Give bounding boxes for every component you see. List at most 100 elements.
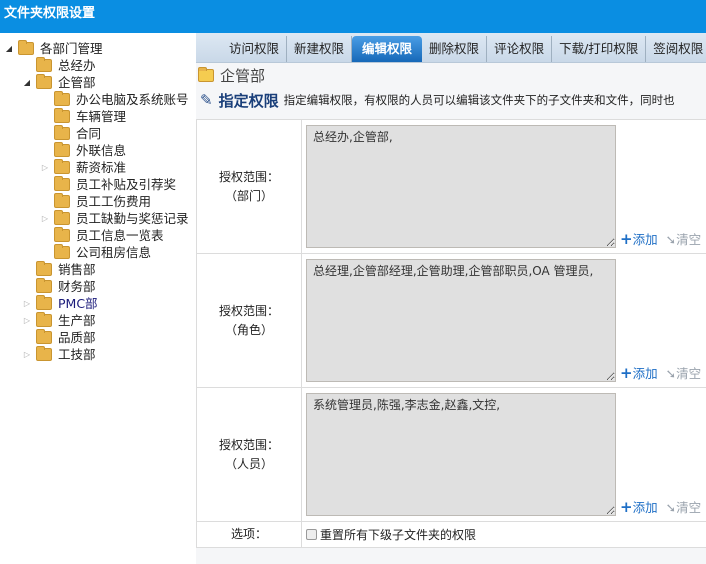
folder-icon xyxy=(54,125,70,140)
folder-icon xyxy=(54,210,70,225)
tree-node-label: 品质部 xyxy=(58,330,96,345)
tree-node[interactable]: 公司租房信息 xyxy=(0,244,196,261)
tree-node[interactable]: 品质部 xyxy=(0,329,196,346)
row-label-main: 授权范围： xyxy=(218,303,279,318)
folder-icon xyxy=(36,278,52,293)
folder-icon xyxy=(18,40,34,55)
row-label-main: 授权范围： xyxy=(218,169,279,184)
edit-pencil-icon: ✎ xyxy=(200,91,213,109)
window-title: 文件夹权限设置 xyxy=(0,0,706,33)
scope-textarea[interactable]: 系统管理员,陈强,李志金,赵鑫,文控, xyxy=(306,393,616,516)
main-panel: 访问权限 新建权限 编辑权限 删除权限 评论权限 下载/打印权限 签阅权限 企管部 ✎ 指定… xyxy=(196,33,706,564)
expanded-arrow-icon[interactable]: ◢ xyxy=(22,74,32,91)
scope-textarea[interactable]: 总经办,企管部, xyxy=(306,125,616,248)
tree-node[interactable]: ▷ 工技部 xyxy=(0,346,196,363)
folder-open-icon xyxy=(198,66,214,82)
scope-textarea[interactable]: 总经理,企管部经理,企管助理,企管部职员,OA 管理员, xyxy=(306,259,616,382)
collapsed-arrow-icon[interactable]: ▷ xyxy=(22,295,32,312)
options-row: 选项： 重置所有下级子文件夹的权限 xyxy=(196,521,706,548)
clear-arrow-icon: ➘ xyxy=(665,232,677,247)
plus-icon: + xyxy=(620,230,633,248)
plus-icon: + xyxy=(620,498,633,516)
tree-node[interactable]: 办公电脑及系统账号 xyxy=(0,91,196,108)
tree-node[interactable]: ◢ 各部门管理 xyxy=(0,40,196,57)
tree-node-label: 企管部 xyxy=(58,75,96,90)
tree-node[interactable]: 员工信息一览表 xyxy=(0,227,196,244)
collapsed-arrow-icon[interactable]: ▷ xyxy=(22,346,32,363)
tree-node[interactable]: ▷ 员工缺勤与奖惩记录 xyxy=(0,210,196,227)
tab-bar: 访问权限 新建权限 编辑权限 删除权限 评论权限 下载/打印权限 签阅权限 xyxy=(196,33,706,63)
clear-label: 清空 xyxy=(676,232,702,247)
tree-node[interactable]: 员工补贴及引荐奖 xyxy=(0,176,196,193)
add-button[interactable]: +添加 xyxy=(620,497,658,516)
folder-icon xyxy=(36,74,52,89)
tree-node[interactable]: 总经办 xyxy=(0,57,196,74)
tree-node-label: 生产部 xyxy=(58,313,96,328)
tree-node-label: 外联信息 xyxy=(76,143,127,158)
reset-subfolders-checkbox[interactable]: 重置所有下级子文件夹的权限 xyxy=(306,522,706,547)
tree-node[interactable]: 外联信息 xyxy=(0,142,196,159)
folder-icon xyxy=(36,295,52,310)
tab[interactable]: 签阅权限 xyxy=(646,36,706,62)
tab[interactable]: 删除权限 xyxy=(422,36,488,62)
row-label: 授权范围： （人员） xyxy=(196,387,302,522)
folder-icon xyxy=(54,159,70,174)
tree-node[interactable]: 财务部 xyxy=(0,278,196,295)
tree-node-label: 员工缺勤与奖惩记录 xyxy=(76,211,189,226)
expanded-arrow-icon[interactable]: ◢ xyxy=(4,40,14,57)
tree-node-label: 车辆管理 xyxy=(76,109,127,124)
tree-node-label: PMC部 xyxy=(58,296,98,311)
section-description: 指定编辑权限，有权限的人员可以编辑该文件夹下的子文件夹和文件，同时也 xyxy=(283,93,675,107)
folder-icon xyxy=(54,193,70,208)
row-label-sub: （部门） xyxy=(224,188,273,203)
folder-icon xyxy=(54,176,70,191)
tree-node-label: 员工工伤费用 xyxy=(76,194,152,209)
tree-node[interactable]: 销售部 xyxy=(0,261,196,278)
tree-node[interactable]: ▷ 生产部 xyxy=(0,312,196,329)
tree-node[interactable]: ◢ 企管部 xyxy=(0,74,196,91)
folder-icon xyxy=(36,261,52,276)
collapsed-arrow-icon[interactable]: ▷ xyxy=(40,210,50,227)
folder-name: 企管部 xyxy=(220,66,266,85)
tab[interactable]: 评论权限 xyxy=(487,36,553,62)
tree-node[interactable]: 员工工伤费用 xyxy=(0,193,196,210)
clear-arrow-icon: ➘ xyxy=(665,366,677,381)
permission-row: 授权范围： （部门） 总经办,企管部, +添加 ➘清空 xyxy=(196,119,706,254)
collapsed-arrow-icon[interactable]: ▷ xyxy=(22,312,32,329)
collapsed-arrow-icon[interactable]: ▷ xyxy=(40,159,50,176)
tree-node-label: 销售部 xyxy=(58,262,96,277)
tree-node-label: 办公电脑及系统账号 xyxy=(76,92,189,107)
tab[interactable]: 编辑权限 xyxy=(352,36,423,62)
tree-node[interactable]: 合同 xyxy=(0,125,196,142)
tree-node[interactable]: ▷ 薪资标准 xyxy=(0,159,196,176)
checkbox-box[interactable] xyxy=(306,529,317,540)
add-button[interactable]: +添加 xyxy=(620,363,658,382)
permission-row: 授权范围： （角色） 总经理,企管部经理,企管助理,企管部职员,OA 管理员, +… xyxy=(196,253,706,388)
add-label: 添加 xyxy=(632,232,658,247)
row-label-sub: （角色） xyxy=(224,322,273,337)
tab[interactable]: 访问权限 xyxy=(222,36,288,62)
folder-icon xyxy=(54,227,70,242)
tree-node-label: 财务部 xyxy=(58,279,96,294)
folder-icon xyxy=(36,346,52,361)
add-button[interactable]: +添加 xyxy=(620,229,658,248)
row-label: 授权范围： （角色） xyxy=(196,253,302,388)
options-label: 选项： xyxy=(196,521,302,548)
tree-node-label: 员工信息一览表 xyxy=(76,228,164,243)
tree-node-label: 薪资标准 xyxy=(76,160,127,175)
clear-arrow-icon: ➘ xyxy=(665,500,677,515)
tab[interactable]: 新建权限 xyxy=(287,36,353,62)
tree-node[interactable]: ▷ PMC部 xyxy=(0,295,196,312)
tab[interactable]: 下载/打印权限 xyxy=(552,36,647,62)
tree-node[interactable]: 车辆管理 xyxy=(0,108,196,125)
folder-icon xyxy=(36,329,52,344)
tree-node-label: 合同 xyxy=(76,126,102,141)
clear-button[interactable]: ➘清空 xyxy=(666,363,702,382)
clear-button[interactable]: ➘清空 xyxy=(666,229,702,248)
add-label: 添加 xyxy=(632,366,658,381)
clear-button[interactable]: ➘清空 xyxy=(666,497,702,516)
folder-icon xyxy=(36,57,52,72)
tree-node-label: 各部门管理 xyxy=(40,41,103,56)
row-value-cell: 总经办,企管部, +添加 ➘清空 xyxy=(301,119,706,254)
row-label-main: 授权范围： xyxy=(218,437,279,452)
